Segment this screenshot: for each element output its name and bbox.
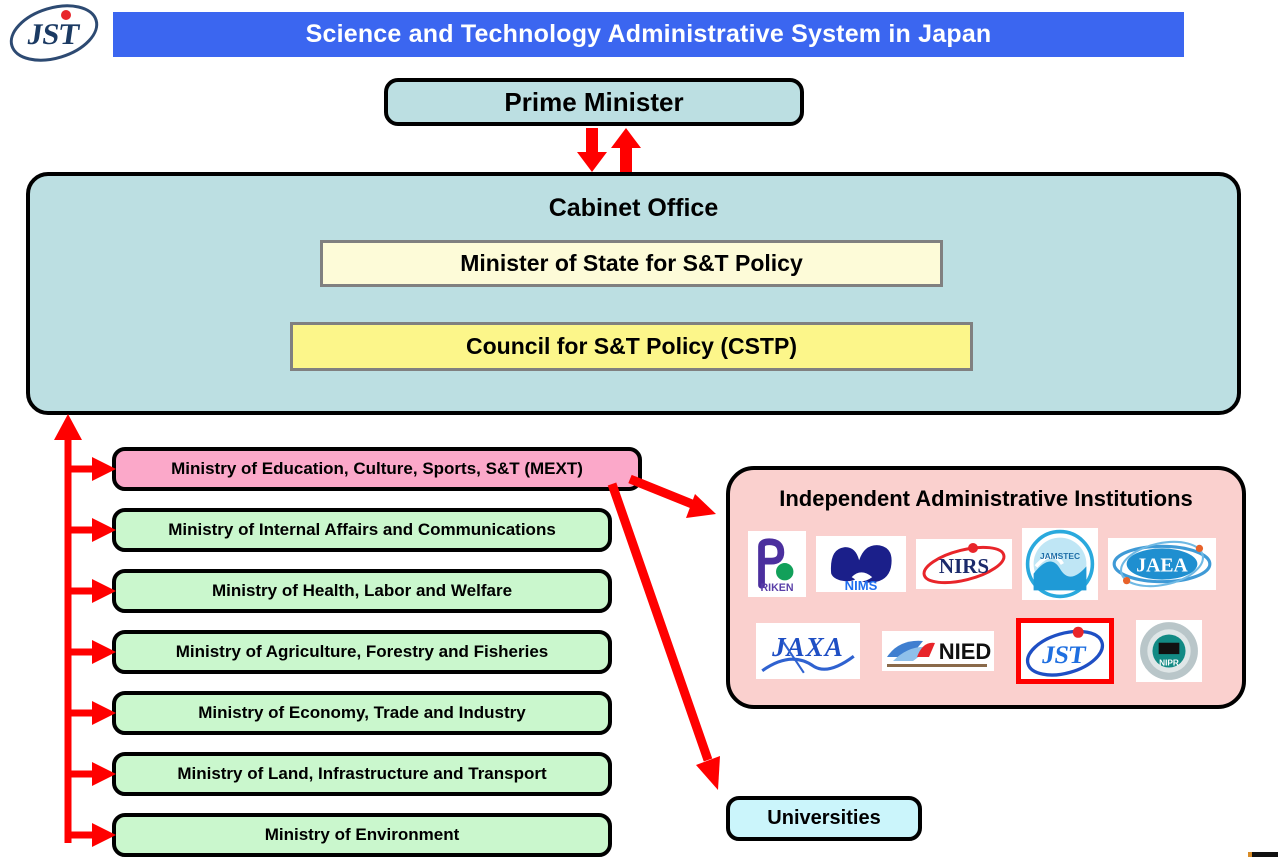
ministry-label: Ministry of Land, Infrastructure and Tra…	[177, 764, 547, 783]
ministry-label: Ministry of Economy, Trade and Industry	[198, 703, 526, 722]
panel-independent-administrative-institutions: Independent Administrative Institutions …	[726, 466, 1246, 709]
cabinet-office-label: Cabinet Office	[548, 194, 719, 222]
page-title-text: Science and Technology Administrative Sy…	[305, 20, 992, 48]
ministry-label: Ministry of Education, Culture, Sports, …	[171, 459, 583, 478]
node-ministry-3: Ministry of Health, Labor and Welfare	[112, 569, 612, 613]
ministry-label: Ministry of Agriculture, Forestry and Fi…	[175, 642, 549, 661]
node-minister-of-state: Minister of State for S&T Policy	[320, 240, 943, 287]
svg-text:JAXA: JAXA	[771, 632, 844, 662]
institution-logo-nims-icon: NIMS	[816, 536, 906, 592]
institution-logo-jst-icon[interactable]: JST	[1016, 618, 1114, 684]
svg-text:JST: JST	[25, 17, 81, 51]
arrow-ministries-to-cabinet	[54, 414, 82, 843]
institution-logo-nied-icon: NIED	[882, 631, 994, 671]
institution-logo-jaea-icon: JAEA	[1108, 538, 1216, 590]
jst-logo: JST	[4, 2, 104, 64]
page-title: Science and Technology Administrative Sy…	[113, 12, 1184, 57]
node-cabinet-office: Cabinet Office Minister of State for S&T…	[26, 172, 1241, 415]
svg-text:NIPR: NIPR	[1159, 658, 1179, 667]
svg-text:JAEA: JAEA	[1136, 554, 1188, 576]
arrow-mext-to-institutions	[628, 474, 716, 518]
iai-title: Independent Administrative Institutions	[779, 486, 1193, 511]
iai-logo-row-2: JAXA NIED JST NIPR	[756, 618, 1202, 684]
svg-text:NIMS: NIMS	[845, 578, 878, 592]
universities-label: Universities	[767, 807, 881, 829]
prime-minister-label: Prime Minister	[504, 86, 684, 117]
arrow-cabinet-to-pm	[611, 128, 641, 172]
svg-text:JAMSTEC: JAMSTEC	[1040, 551, 1080, 561]
ministry-label: Ministry of Health, Labor and Welfare	[211, 581, 513, 600]
minister-of-state-label: Minister of State for S&T Policy	[460, 250, 803, 276]
arrow-branches-to-ministries	[68, 457, 116, 847]
institution-logo-jaxa-icon: JAXA	[756, 623, 860, 679]
iai-logo-row-1: RIKEN NIMS NIRS JAMSTEC JAEA	[748, 528, 1216, 600]
institution-logo-nirs-icon: NIRS	[916, 539, 1012, 589]
diagram-canvas: JST Science and Technology Administrativ…	[0, 0, 1278, 863]
svg-text:NIED: NIED	[939, 639, 992, 664]
institution-logo-nipr-icon: NIPR	[1136, 620, 1202, 682]
node-cstp: Council for S&T Policy (CSTP)	[290, 322, 973, 371]
node-ministry-4: Ministry of Agriculture, Forestry and Fi…	[112, 630, 612, 674]
page-corner-mark	[1248, 852, 1278, 857]
node-ministry-2: Ministry of Internal Affairs and Communi…	[112, 508, 612, 552]
svg-text:NIRS: NIRS	[939, 554, 989, 578]
node-ministry-1: Ministry of Education, Culture, Sports, …	[112, 447, 642, 491]
institution-logo-riken-icon: RIKEN	[748, 531, 806, 597]
node-ministry-5: Ministry of Economy, Trade and Industry	[112, 691, 612, 735]
arrow-pm-to-cabinet	[577, 128, 607, 172]
institution-logo-jamstec-icon: JAMSTEC	[1022, 528, 1098, 600]
ministry-label: Ministry of Environment	[264, 825, 460, 844]
svg-text:RIKEN: RIKEN	[760, 582, 793, 594]
node-prime-minister: Prime Minister	[384, 78, 804, 126]
node-ministry-7: Ministry of Environment	[112, 813, 612, 857]
node-universities: Universities	[726, 796, 922, 841]
arrow-mext-to-universities	[607, 482, 720, 790]
svg-text:JST: JST	[1040, 641, 1088, 669]
ministry-label: Ministry of Internal Affairs and Communi…	[168, 520, 556, 539]
node-ministry-6: Ministry of Land, Infrastructure and Tra…	[112, 752, 612, 796]
cstp-label: Council for S&T Policy (CSTP)	[466, 333, 797, 359]
